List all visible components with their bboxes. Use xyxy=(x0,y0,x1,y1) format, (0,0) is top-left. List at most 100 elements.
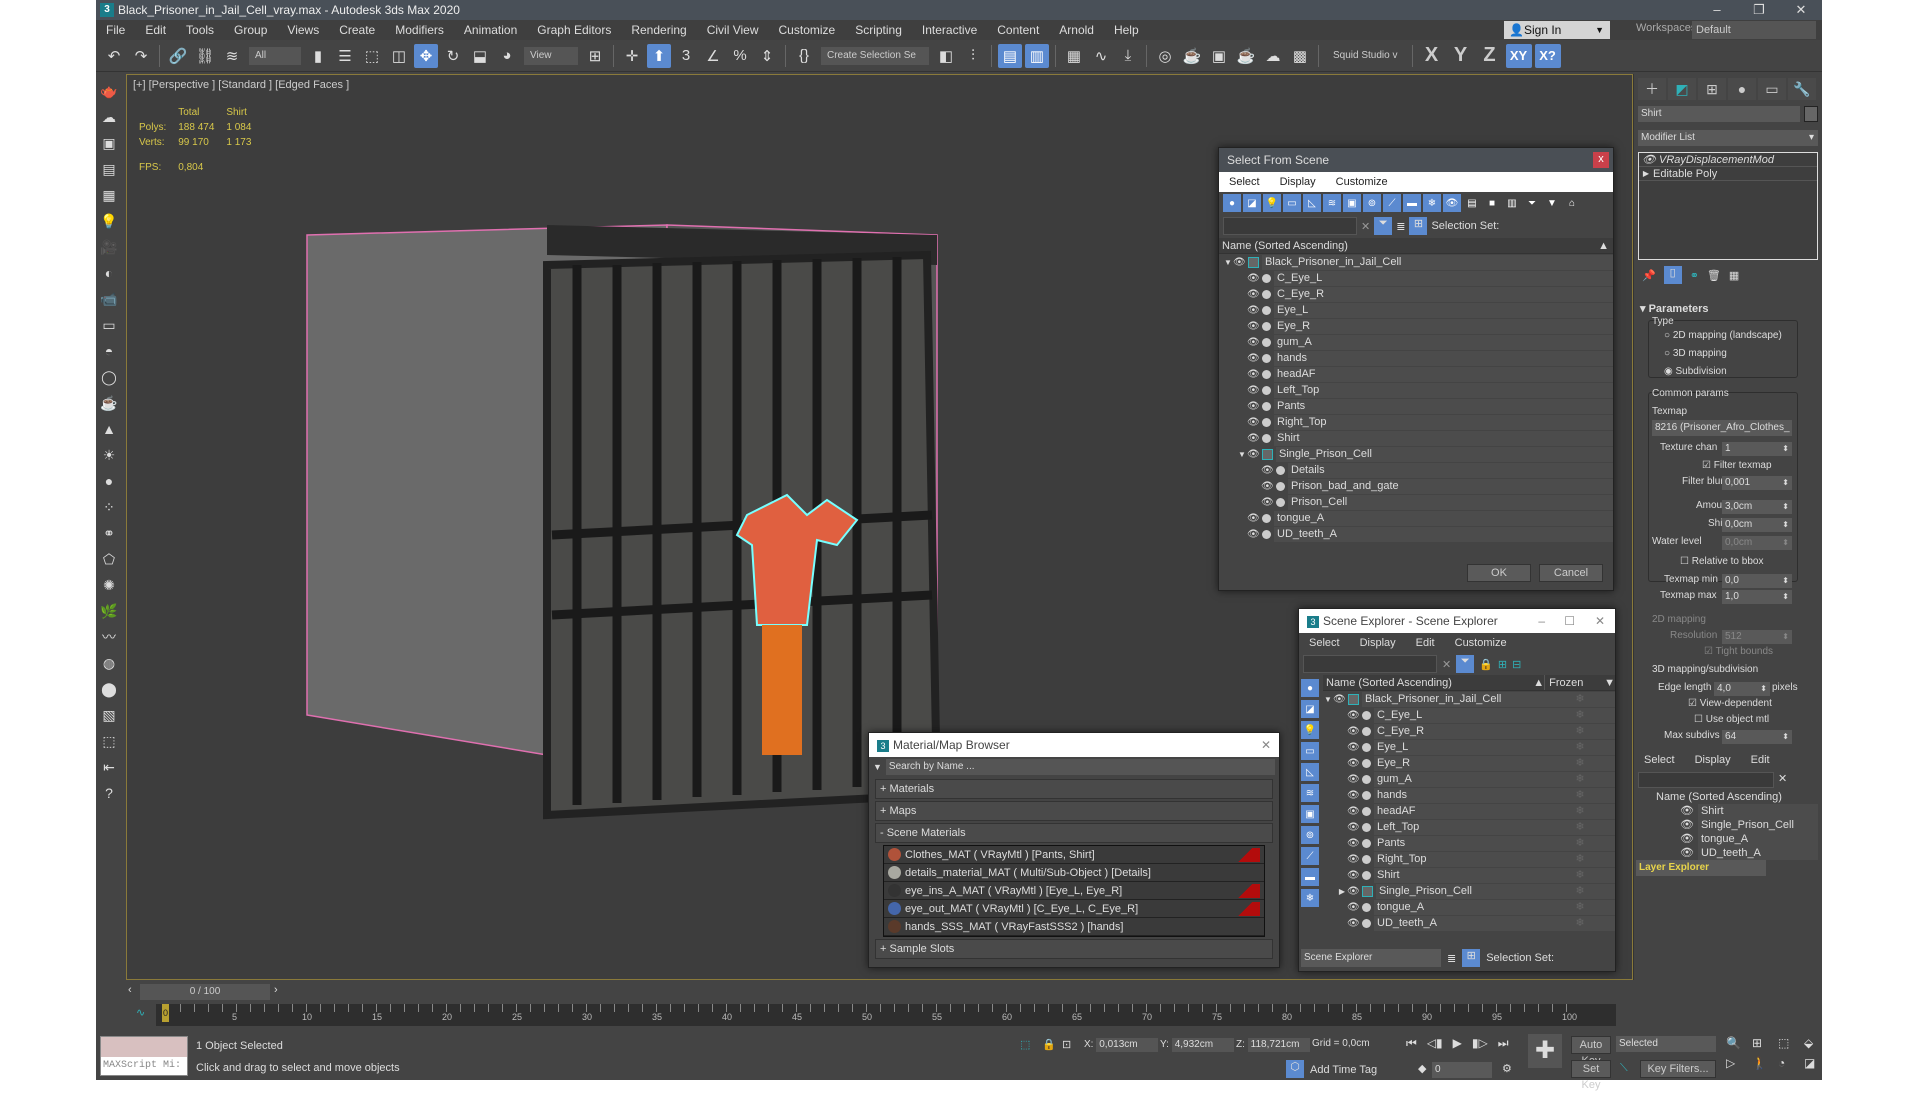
tree-row[interactable]: 👁 Pants ❄ xyxy=(1323,835,1615,851)
keyboard-shortcut-override-icon[interactable]: ⬆ xyxy=(647,43,671,68)
clear-search-icon[interactable]: ✕ xyxy=(1361,220,1370,233)
edit-named-sets-icon[interactable]: {} xyxy=(792,44,816,68)
go-to-start-icon[interactable]: ⏮ xyxy=(1406,1036,1417,1051)
frozen-icon[interactable]: ❄ xyxy=(1545,835,1615,851)
ambient-light-icon[interactable]: ● xyxy=(98,470,120,492)
menu-rendering[interactable]: Rendering xyxy=(621,23,696,37)
material-item[interactable]: eye_out_MAT ( VRayMtl ) [C_Eye_L, C_Eye_… xyxy=(884,900,1264,918)
resolution-spinner[interactable]: 512 xyxy=(1722,630,1792,644)
schematic-view-icon[interactable]: ⤓ xyxy=(1116,44,1140,68)
frozen-icon[interactable]: ❄ xyxy=(1545,819,1615,835)
window-crossing-icon[interactable]: ◫ xyxy=(387,44,411,68)
type-radio-2d[interactable]: ○ 2D mapping (landscape) xyxy=(1664,330,1782,341)
containers-filter-icon[interactable]: ▬ xyxy=(1403,194,1421,212)
eye-icon[interactable]: 👁 xyxy=(1247,385,1260,396)
cameras-filter-icon[interactable]: ▭ xyxy=(1301,742,1319,760)
menu-select[interactable]: Select xyxy=(1219,176,1270,188)
tree-row[interactable]: 👁 Left_Top ❄ xyxy=(1323,819,1615,835)
time-slider[interactable]: 0 / 100 xyxy=(140,984,270,1000)
texmap-button[interactable]: 8216 (Prisoner_Afro_Clothes_ xyxy=(1652,420,1792,436)
sign-in-dropdown[interactable]: 👤 Sign In ▼ xyxy=(1504,21,1610,39)
menu-tools[interactable]: Tools xyxy=(176,23,224,37)
molecule-icon[interactable]: ⚭ xyxy=(98,522,120,544)
camera-red-icon[interactable]: 📹 xyxy=(98,288,120,310)
a360-gallery-icon[interactable]: ▩ xyxy=(1288,44,1312,68)
eye-icon[interactable]: 👁 xyxy=(1680,818,1694,832)
shift-spinner[interactable]: 0,0cm xyxy=(1722,518,1792,532)
cameras-filter-icon[interactable]: ▭ xyxy=(1283,194,1301,212)
tree-row[interactable]: 👁 Eye_R ❄ xyxy=(1323,755,1615,771)
key-mode-select[interactable]: Selected xyxy=(1616,1036,1716,1052)
type-radio-3d[interactable]: ○ 3D mapping xyxy=(1664,348,1727,359)
percent-snap-icon[interactable]: % xyxy=(728,44,752,68)
studio-menu[interactable]: Squid Studio v xyxy=(1327,47,1404,65)
eye-icon[interactable]: 👁 xyxy=(1347,710,1360,721)
tree-row[interactable]: 👁 headAF ❄ xyxy=(1323,803,1615,819)
proxy-icon[interactable]: ⬠ xyxy=(98,548,120,570)
material-search-input[interactable]: Search by Name ... xyxy=(885,759,1275,775)
object-name-input[interactable]: Shirt xyxy=(1638,106,1800,122)
filter-toggle-icon[interactable]: ⏷ xyxy=(1456,655,1475,673)
hidden-filter-icon[interactable]: 👁 xyxy=(1443,194,1461,212)
tree-row[interactable]: 👁 C_Eye_L xyxy=(1223,270,1613,286)
bind-spacewarp-icon[interactable]: ≋ xyxy=(220,44,244,68)
filter-funnel-icon[interactable]: ⏷ xyxy=(1523,194,1541,212)
tree-row[interactable]: 👁 Right_Top ❄ xyxy=(1323,851,1615,867)
eye-icon[interactable]: 👁 xyxy=(1247,305,1260,316)
tree-row[interactable]: 👁 Eye_L ❄ xyxy=(1323,739,1615,755)
layers-icon[interactable]: ≣ xyxy=(1447,952,1456,965)
geometry-filter-icon[interactable]: ● xyxy=(1223,194,1241,212)
expand-all-icon[interactable]: ⊞ xyxy=(1498,658,1507,671)
clear-search-icon[interactable]: ✕ xyxy=(1778,772,1787,788)
eye-icon[interactable]: 👁 xyxy=(1333,694,1346,705)
eye-icon[interactable]: 👁 xyxy=(1347,854,1360,865)
sphere-light-icon[interactable]: ◯ xyxy=(98,366,120,388)
help-icon[interactable]: ? xyxy=(98,782,120,804)
remove-modifier-icon[interactable]: 🗑 xyxy=(1707,269,1721,282)
hierarchy-tab-icon[interactable]: ⊞ xyxy=(1698,78,1726,100)
texmap-max-spinner[interactable]: 1,0 xyxy=(1722,590,1792,604)
scatter-icon[interactable]: ⁘ xyxy=(98,496,120,518)
select-invert-icon[interactable]: ▥ xyxy=(1503,194,1521,212)
menu-select[interactable]: Select xyxy=(1634,754,1685,766)
redo-icon[interactable]: ↷ xyxy=(129,44,153,68)
scene-explorer-toggle-icon[interactable]: ▤ xyxy=(998,43,1022,68)
key-tangent-icon[interactable]: ⟍ xyxy=(1620,1062,1628,1075)
menu-display[interactable]: Display xyxy=(1270,176,1326,188)
parameters-header[interactable]: ▾ Parameters xyxy=(1640,302,1709,315)
hierarchy-icon[interactable]: ⊞ xyxy=(1409,217,1428,235)
lights-filter-icon[interactable]: 💡 xyxy=(1263,194,1281,212)
frozen-icon[interactable]: ❄ xyxy=(1545,787,1615,803)
eye-icon[interactable]: 👁 xyxy=(1247,289,1260,300)
select-object-icon[interactable]: ▮ xyxy=(306,44,330,68)
fov-icon[interactable]: ▷ xyxy=(1726,1056,1746,1070)
collapse-all-icon[interactable]: ⊟ xyxy=(1512,658,1521,671)
lock-icon[interactable]: 🔒 xyxy=(1479,658,1493,671)
render-setup-icon[interactable]: ☕ xyxy=(1180,44,1204,68)
tree-row[interactable]: 👁 gum_A xyxy=(1223,334,1613,350)
shapes-filter-icon[interactable]: ◪ xyxy=(1243,194,1261,212)
edge-length-spinner[interactable]: 4,0 xyxy=(1714,682,1770,696)
eye-icon[interactable]: 👁 xyxy=(1233,257,1246,268)
layer-item[interactable]: 👁 Shirt xyxy=(1680,804,1818,818)
menu-edit[interactable]: Edit xyxy=(1741,754,1780,766)
tree-row[interactable]: 👁 C_Eye_L ❄ xyxy=(1323,707,1615,723)
frozen-icon[interactable]: ❄ xyxy=(1545,899,1615,915)
texmap-min-spinner[interactable]: 0,0 xyxy=(1722,574,1792,588)
timeline-track[interactable]: 0 5 10 15 20 25 30 35 40 45 50 55 60 65 70 75 80 85 90 95 10… xyxy=(156,1004,1616,1026)
frozen-icon[interactable]: ❄ xyxy=(1545,691,1615,707)
tree-row[interactable]: ▼ 👁 Black_Prisoner_in_Jail_Cell xyxy=(1223,254,1613,270)
eye-icon[interactable]: 👁 xyxy=(1261,497,1274,508)
select-region-icon[interactable]: ⬚ xyxy=(98,730,120,752)
tree-row[interactable]: 👁 Prison_bad_and_gate xyxy=(1223,478,1613,494)
frozen-icon[interactable]: ❄ xyxy=(1545,771,1615,787)
frozen-icon[interactable]: ❄ xyxy=(1545,755,1615,771)
play-icon[interactable]: ▶ xyxy=(1453,1036,1462,1051)
layer-search-input[interactable] xyxy=(1638,772,1774,788)
layer-item[interactable]: 👁 tongue_A xyxy=(1680,832,1818,846)
time-config-icon[interactable]: ⚙ xyxy=(1502,1062,1512,1075)
view-dependent-checkbox[interactable]: ☑ View-dependent xyxy=(1688,698,1772,709)
tree-row[interactable]: 👁 tongue_A ❄ xyxy=(1323,899,1615,915)
ies-light-icon[interactable]: ▲ xyxy=(98,418,120,440)
tight-bounds-checkbox[interactable]: ☑ Tight bounds xyxy=(1704,646,1773,657)
